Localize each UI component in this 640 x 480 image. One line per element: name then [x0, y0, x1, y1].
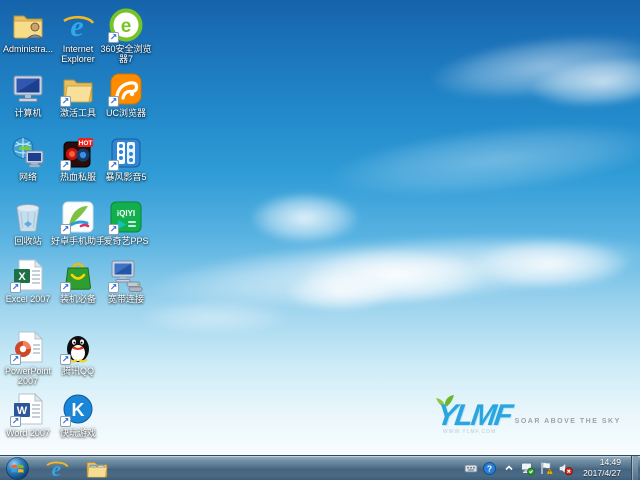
- shortcut-arrow-overlay: ↗: [60, 160, 71, 171]
- desktop-icon-label: UC浏览器: [106, 108, 146, 118]
- network-places-icon: [11, 136, 45, 170]
- cloud: [527, 50, 640, 114]
- svg-text:iQIYI: iQIYI: [117, 209, 135, 218]
- shortcut-arrow-overlay: ↗: [108, 96, 119, 107]
- powerpoint-icon: ↗: [10, 330, 45, 365]
- storm-player-icon: ↗: [108, 136, 143, 171]
- desktop-icon-computer[interactable]: 计算机: [4, 72, 52, 118]
- ie-icon: e: [61, 8, 95, 42]
- shortcut-arrow-overlay: ↗: [10, 354, 21, 365]
- desktop-icon-software-bag[interactable]: ↗ 装机必备: [54, 258, 102, 304]
- desktop-icon-excel[interactable]: X ↗ Excel 2007: [4, 258, 52, 304]
- show-desktop-button[interactable]: [631, 455, 638, 480]
- system-tray: ? 14:49 2017/4/27: [463, 455, 640, 480]
- taskbar-pinned-icons: e: [42, 457, 112, 480]
- clock-time: 14:49: [599, 457, 621, 468]
- shortcut-arrow-overlay: ↗: [108, 224, 119, 235]
- svg-text:e: e: [52, 457, 61, 480]
- svg-text:HOT: HOT: [79, 140, 93, 147]
- cloud: [250, 192, 360, 244]
- desktop-icon-iqiyi-pps[interactable]: iQIYI ↗ 爱奇艺PPS: [102, 200, 150, 246]
- desktop-icon-powerpoint[interactable]: ↗ PowerPoint 2007: [4, 330, 52, 387]
- clock-date: 2017/4/27: [583, 468, 621, 478]
- recycle-bin-icon: [11, 200, 45, 234]
- desktop-icon-360-browser[interactable]: e ↗ 360安全浏览器7: [100, 8, 152, 65]
- desktop-icon-user-folder[interactable]: Administra...: [3, 8, 53, 54]
- network-status-icon[interactable]: [520, 461, 536, 476]
- broadband-icon: ↗: [108, 258, 143, 293]
- iqiyi-pps-icon: iQIYI ↗: [108, 200, 143, 235]
- desktop-icon-kwan-games[interactable]: K ↗ 快玩游戏: [54, 392, 102, 438]
- shortcut-arrow-overlay: ↗: [60, 282, 71, 293]
- cloud: [140, 300, 290, 334]
- excel-icon: X ↗: [10, 258, 45, 293]
- cloud: [427, 24, 640, 110]
- svg-text:e: e: [121, 16, 132, 37]
- logo-tagline: SOAR ABOVE THE SKY: [514, 418, 621, 425]
- windows-start-orb-icon: [5, 456, 29, 480]
- shortcut-arrow-overlay: ↗: [108, 160, 119, 171]
- desktop: Administra... e Internet Explorer e ↗ 360安全浏览…: [0, 0, 640, 480]
- shortcut-arrow-overlay: ↗: [60, 416, 71, 427]
- desktop-icon-label: 暴风影音5: [105, 172, 147, 182]
- desktop-icon-uc-browser[interactable]: ↗ UC浏览器: [102, 72, 150, 118]
- start-button[interactable]: [0, 456, 34, 480]
- desktop-icon-phone-assistant[interactable]: ↗ 好卓手机助手: [51, 200, 105, 246]
- svg-text:?: ?: [487, 463, 492, 473]
- taskbar-clock[interactable]: 14:49 2017/4/27: [577, 457, 626, 478]
- qq-icon: ↗: [60, 330, 95, 365]
- keyboard-icon[interactable]: [463, 461, 478, 476]
- software-bag-icon: ↗: [60, 258, 95, 293]
- desktop-icon-label: 爱奇艺PPS: [103, 236, 149, 246]
- desktop-icon-folder[interactable]: ↗ 激活工具: [54, 72, 102, 118]
- taskbar: e ? 14:49 2017/4/27: [0, 455, 640, 480]
- 360-browser-icon: e ↗: [108, 8, 143, 43]
- wallpaper-logo: YLMF SOAR ABOVE THE SKY WWW.YLMF.COM: [434, 395, 632, 446]
- desktop-icon-label: 快玩游戏: [59, 428, 96, 438]
- desktop-icon-game-hot[interactable]: HOT ↗ 热血私服: [54, 136, 102, 182]
- desktop-icon-network-places[interactable]: 网络: [4, 136, 52, 182]
- cloud: [327, 110, 640, 210]
- uc-browser-icon: ↗: [108, 72, 143, 107]
- shortcut-arrow-overlay: ↗: [108, 32, 119, 43]
- cloud: [285, 272, 395, 312]
- cloud: [300, 248, 490, 304]
- help-icon[interactable]: ?: [482, 461, 497, 476]
- game-hot-icon: HOT ↗: [60, 136, 95, 171]
- desktop-icon-recycle-bin[interactable]: 回收站: [4, 200, 52, 246]
- desktop-icon-label: 腾讯QQ: [61, 366, 94, 376]
- action-center-flag-icon[interactable]: [539, 461, 554, 476]
- kwan-games-icon: K ↗: [60, 392, 95, 427]
- svg-text:K: K: [72, 400, 85, 420]
- word-icon: W ↗: [10, 392, 45, 427]
- show-hidden-icons-arrow[interactable]: [501, 461, 516, 476]
- desktop-icon-label: 360安全浏览器7: [100, 44, 152, 65]
- desktop-icon-storm-player[interactable]: ↗ 暴风影音5: [102, 136, 150, 182]
- desktop-icon-label: 宽带连接: [107, 294, 144, 304]
- desktop-icon-qq[interactable]: ↗ 腾讯QQ: [54, 330, 102, 376]
- volume-muted-icon[interactable]: [558, 461, 574, 476]
- desktop-icon-word[interactable]: W ↗ Word 2007: [4, 392, 52, 438]
- folder-icon: ↗: [60, 72, 95, 107]
- taskbar-pinned-windows-explorer[interactable]: [82, 457, 112, 480]
- desktop-icon-ie[interactable]: e Internet Explorer: [54, 8, 102, 65]
- computer-icon: [11, 72, 45, 106]
- taskbar-pinned-internet-explorer[interactable]: e: [42, 457, 72, 480]
- desktop-icon-broadband[interactable]: ↗ 宽带连接: [102, 258, 150, 304]
- cloud: [470, 238, 630, 290]
- shortcut-arrow-overlay: ↗: [60, 96, 71, 107]
- logo-brand-text: YLMF: [434, 399, 513, 432]
- shortcut-arrow-overlay: ↗: [10, 282, 21, 293]
- user-folder-icon: [11, 8, 45, 42]
- shortcut-arrow-overlay: ↗: [108, 282, 119, 293]
- svg-text:e: e: [70, 10, 83, 42]
- shortcut-arrow-overlay: ↗: [10, 416, 21, 427]
- cloud: [148, 220, 640, 322]
- phone-assistant-icon: ↗: [60, 200, 95, 235]
- shortcut-arrow-overlay: ↗: [60, 354, 71, 365]
- shortcut-arrow-overlay: ↗: [60, 224, 71, 235]
